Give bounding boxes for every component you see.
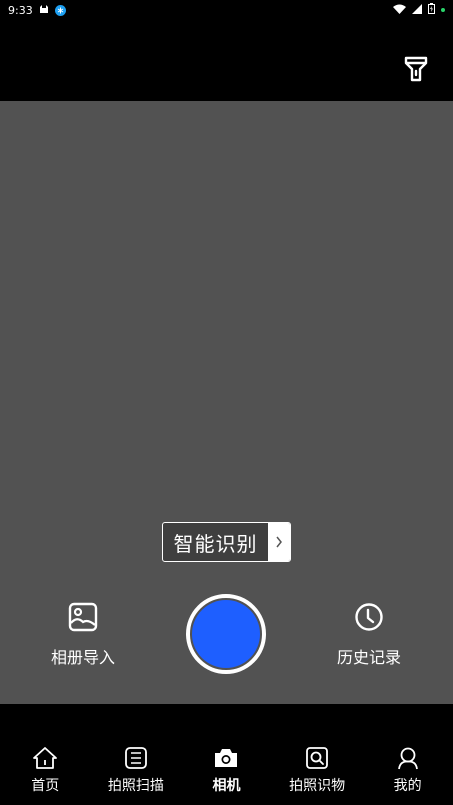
status-right — [393, 3, 445, 17]
nav-label-scan: 拍照扫描 — [107, 778, 164, 794]
nav-item-object-recognition[interactable]: 拍照识物 — [272, 745, 362, 795]
status-time: 9:33 — [8, 3, 33, 17]
album-import-button[interactable]: 相册导入 — [28, 602, 138, 667]
bottom-nav: 首页 拍照扫描 相机 拍照识物 我的 — [0, 705, 453, 805]
smart-recognition-label: 智能识别 — [173, 531, 258, 556]
chevron-right-icon — [268, 523, 290, 561]
clock-icon — [354, 602, 384, 636]
camera-icon — [213, 745, 239, 771]
nav-item-scan[interactable]: 拍照扫描 — [91, 745, 181, 795]
image-icon — [68, 602, 98, 636]
nav-label-home: 首页 — [31, 778, 60, 794]
flashlight-icon[interactable] — [401, 54, 431, 84]
profile-icon — [395, 745, 421, 771]
status-bar: 9:33 — [0, 0, 453, 20]
nav-label-camera: 相机 — [212, 778, 241, 794]
battery-icon — [428, 3, 435, 17]
nav-item-home[interactable]: 首页 — [0, 745, 90, 795]
history-button[interactable]: 历史记录 — [314, 602, 424, 667]
smart-recognition-button[interactable]: 智能识别 — [162, 522, 291, 562]
nav-item-profile[interactable]: 我的 — [363, 745, 453, 795]
album-import-label: 相册导入 — [50, 648, 115, 667]
shutter-button[interactable] — [186, 594, 266, 674]
status-dot-icon — [441, 8, 445, 12]
top-bar — [0, 20, 453, 100]
nav-item-camera[interactable]: 相机 — [181, 745, 271, 795]
status-left: 9:33 — [8, 4, 66, 17]
nav-label-object-recognition: 拍照识物 — [289, 778, 346, 794]
scan-icon — [123, 745, 149, 771]
home-icon — [32, 745, 58, 771]
wifi-icon — [393, 4, 406, 17]
notification-cat-icon — [39, 4, 49, 17]
notification-app-icon — [54, 4, 66, 16]
shutter-button-inner — [192, 600, 260, 668]
signal-icon — [412, 3, 422, 17]
history-label: 历史记录 — [336, 648, 401, 667]
nav-label-profile: 我的 — [393, 778, 422, 794]
object-search-icon — [304, 745, 330, 771]
